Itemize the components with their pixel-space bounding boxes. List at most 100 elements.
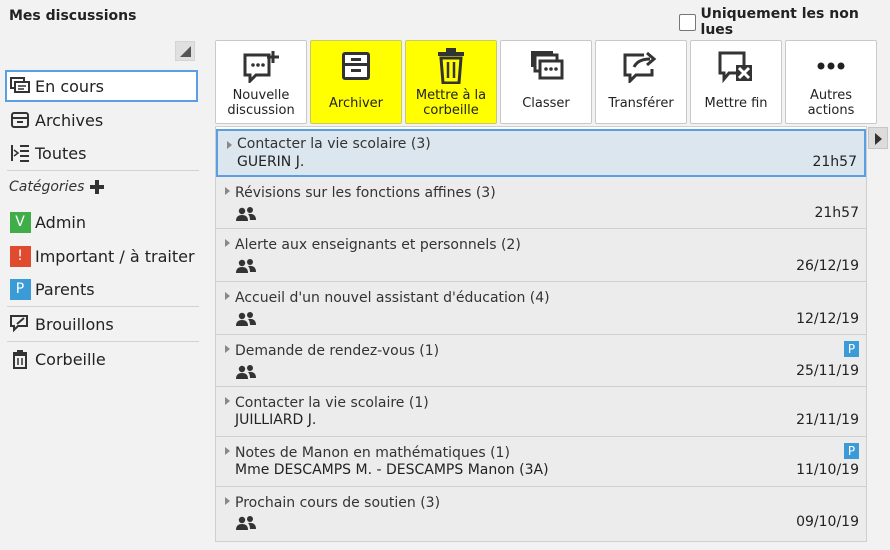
more-dots-icon: [811, 47, 851, 85]
discussion-title: Révisions sur les fonctions affines (3): [235, 185, 496, 201]
sidebar: En cours Archives Toutes Catégories V Ad…: [5, 40, 200, 545]
discussion-title: Notes de Manon en mathématiques (1): [235, 445, 510, 461]
more-actions-button[interactable]: Autres actions: [785, 40, 877, 124]
move-to-trash-button[interactable]: Mettre à la corbeille: [405, 40, 497, 124]
category-badge-slot: V: [9, 211, 31, 233]
discussion-date: 25/11/19: [796, 363, 859, 379]
sidebar-item-toutes[interactable]: Toutes: [5, 137, 198, 169]
toolbar: Nouvelle discussion Archiver Mettre à la…: [215, 40, 880, 125]
classify-icon: [526, 47, 566, 85]
category-badge-slot: !: [9, 245, 31, 267]
discussion-row[interactable]: Demande de rendez-vous (1) P 25/11/19: [216, 335, 866, 387]
expand-caret-icon[interactable]: [225, 239, 230, 247]
forward-icon: [621, 47, 661, 85]
group-participants-icon: [235, 364, 257, 380]
sidebar-category-parents[interactable]: P Parents: [5, 273, 198, 305]
sidebar-item-label: Archives: [35, 110, 104, 130]
group-participants-icon: [235, 311, 257, 327]
tool-label: Nouvelle discussion: [227, 88, 295, 118]
sidebar-item-corbeille[interactable]: Corbeille: [5, 343, 198, 375]
discussion-title: Prochain cours de soutien (3): [235, 495, 441, 511]
discussion-row[interactable]: Alerte aux enseignants et personnels (2)…: [216, 229, 866, 282]
sidebar-item-brouillons[interactable]: Brouillons: [5, 308, 198, 340]
collapse-panel-icon[interactable]: [175, 41, 195, 61]
discussion-participant: JUILLIARD J.: [235, 412, 317, 428]
discussion-participant: GUERIN J.: [237, 154, 305, 170]
list-indent-icon: [9, 142, 31, 164]
discussion-row[interactable]: Notes de Manon en mathématiques (1) P Mm…: [216, 437, 866, 487]
unread-only-filter[interactable]: Uniquement les non lues: [679, 6, 890, 38]
category-badge-parents: P: [9, 278, 31, 300]
sidebar-item-label: Important / à traiter: [35, 246, 195, 266]
divider: [7, 306, 199, 307]
archive-button[interactable]: Archiver: [310, 40, 402, 124]
expand-caret-icon[interactable]: [225, 292, 230, 300]
new-discussion-icon: [241, 47, 281, 85]
category-tag-parents: P: [844, 443, 859, 459]
archive-box-icon: [336, 47, 376, 85]
sidebar-item-en-cours[interactable]: En cours: [5, 70, 198, 102]
tool-label: Classer: [522, 95, 570, 111]
discussion-date: 09/10/19: [796, 514, 859, 530]
trash-icon: [431, 47, 471, 85]
divider: [7, 341, 199, 342]
trash-icon: [9, 348, 31, 370]
discussion-title: Demande de rendez-vous (1): [235, 343, 440, 359]
category-tag-parents: P: [844, 341, 859, 357]
end-discussion-icon: [716, 47, 756, 85]
discussion-date: 26/12/19: [796, 258, 859, 274]
tool-label: Mettre à la corbeille: [415, 88, 487, 118]
expand-caret-icon[interactable]: [225, 447, 230, 455]
tool-label: Mettre fin: [704, 95, 768, 111]
sidebar-item-label: En cours: [35, 76, 104, 96]
discussion-date: 21h57: [812, 154, 857, 170]
expand-caret-icon[interactable]: [225, 187, 230, 195]
discussion-row[interactable]: Prochain cours de soutien (3) 09/10/19: [216, 487, 866, 541]
discussion-title: Contacter la vie scolaire (3): [237, 136, 431, 152]
conversation-icon: [9, 75, 31, 97]
expand-panel-arrow-icon[interactable]: [868, 127, 888, 149]
discussion-row[interactable]: Contacter la vie scolaire (1) JUILLIARD …: [216, 387, 866, 437]
discussion-date: 11/10/19: [796, 462, 859, 478]
categories-header: Catégories: [9, 179, 105, 195]
category-badge-slot: P: [9, 278, 31, 300]
sidebar-category-important[interactable]: ! Important / à traiter: [5, 240, 198, 272]
forward-button[interactable]: Transférer: [595, 40, 687, 124]
expand-caret-icon[interactable]: [225, 345, 230, 353]
category-badge-important: !: [9, 245, 31, 267]
discussion-title: Alerte aux enseignants et personnels (2): [235, 237, 521, 253]
discussion-row[interactable]: Accueil d'un nouvel assistant d'éducatio…: [216, 282, 866, 335]
sidebar-item-label: Brouillons: [35, 314, 114, 334]
discussion-list: Contacter la vie scolaire (3) GUERIN J. …: [215, 126, 867, 542]
unread-only-label[interactable]: Uniquement les non lues: [701, 6, 890, 38]
divider: [7, 170, 199, 171]
expand-caret-icon[interactable]: [225, 497, 230, 505]
tool-label: Transférer: [608, 95, 674, 111]
classify-button[interactable]: Classer: [500, 40, 592, 124]
sidebar-item-label: Parents: [35, 279, 95, 299]
discussion-title: Contacter la vie scolaire (1): [235, 395, 429, 411]
category-badge-admin: V: [9, 211, 31, 233]
discussion-row[interactable]: Révisions sur les fonctions affines (3) …: [216, 177, 866, 229]
sidebar-item-label: Admin: [35, 212, 86, 232]
sidebar-category-admin[interactable]: V Admin: [5, 206, 198, 238]
sidebar-item-label: Corbeille: [35, 349, 106, 369]
add-category-icon[interactable]: [90, 180, 105, 194]
unread-only-checkbox[interactable]: [679, 13, 696, 31]
end-discussion-button[interactable]: Mettre fin: [690, 40, 782, 124]
discussion-row[interactable]: Contacter la vie scolaire (3) GUERIN J. …: [216, 129, 866, 177]
discussion-date: 21h57: [814, 205, 859, 221]
discussion-participant: Mme DESCAMPS M. - DESCAMPS Manon (3A): [235, 462, 549, 478]
discussion-date: 12/12/19: [796, 311, 859, 327]
expand-caret-icon[interactable]: [227, 141, 232, 149]
page-title: Mes discussions: [9, 8, 137, 24]
draft-pen-icon: [9, 313, 31, 335]
group-participants-icon: [235, 515, 257, 531]
sidebar-item-label: Toutes: [35, 143, 87, 163]
expand-caret-icon[interactable]: [225, 397, 230, 405]
sidebar-item-archives[interactable]: Archives: [5, 104, 198, 136]
discussion-date: 21/11/19: [796, 412, 859, 428]
new-discussion-button[interactable]: Nouvelle discussion: [215, 40, 307, 124]
group-participants-icon: [235, 206, 257, 222]
tool-label: Autres actions: [807, 88, 855, 118]
